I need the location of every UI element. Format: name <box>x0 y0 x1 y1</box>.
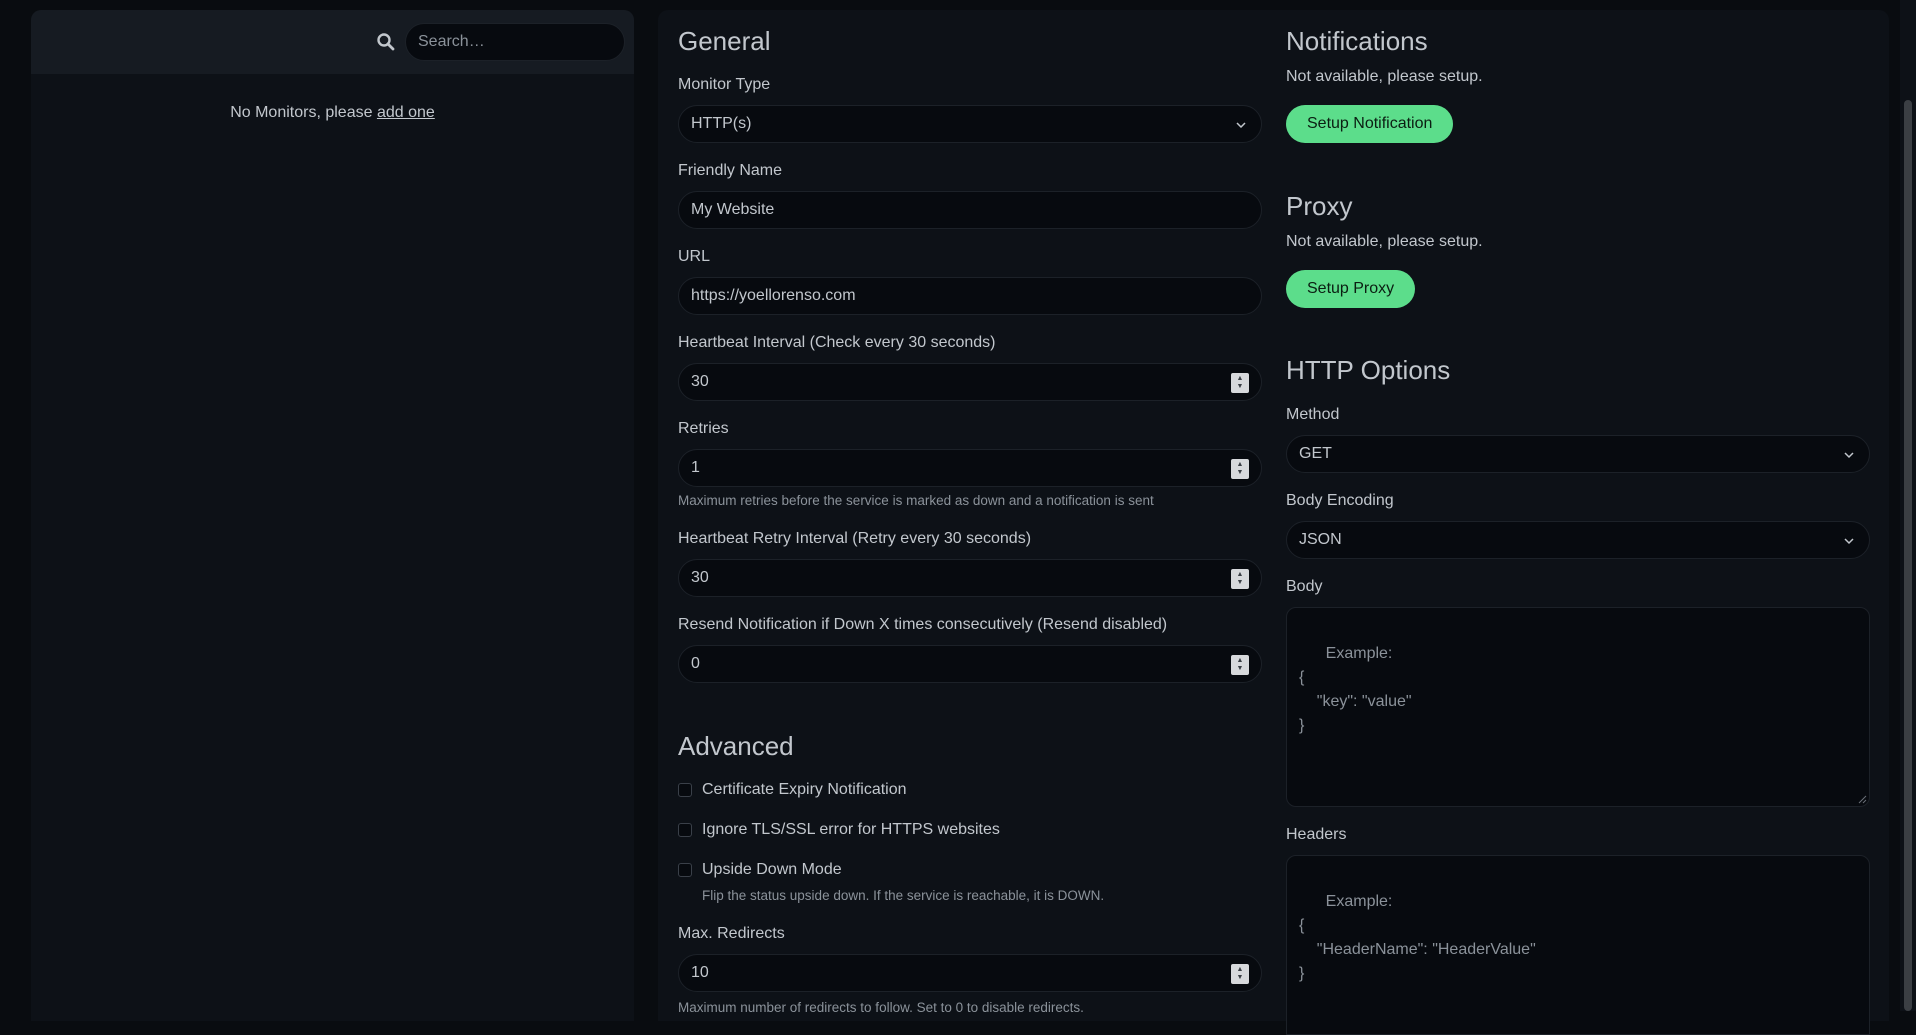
cert-expiry-checkbox[interactable] <box>678 783 692 797</box>
method-value: GET <box>1299 445 1332 462</box>
retries-label: Retries <box>678 420 729 437</box>
notifications-heading: Notifications <box>1286 26 1428 56</box>
friendly-name-input[interactable]: My Website <box>678 191 1262 229</box>
body-encoding-label: Body Encoding <box>1286 492 1394 509</box>
heartbeat-interval-input[interactable]: 30 ▲ ▼ <box>678 363 1262 401</box>
headers-placeholder: Example: { "HeaderName": "HeaderValue" } <box>1299 893 1536 982</box>
resend-value: 0 <box>691 655 700 672</box>
resize-grip-icon[interactable] <box>1857 794 1867 804</box>
url-input[interactable]: https://yoellorenso.com <box>678 277 1262 315</box>
page-scrollbar[interactable] <box>1900 0 1916 1011</box>
retries-input[interactable]: 1 ▲ ▼ <box>678 449 1262 487</box>
add-monitor-link[interactable]: add one <box>377 104 435 121</box>
retries-help-text: Maximum retries before the service is ma… <box>678 493 1154 508</box>
monitor-type-label: Monitor Type <box>678 76 771 93</box>
spinner-icon[interactable]: ▲ ▼ <box>1231 459 1249 479</box>
body-encoding-value: JSON <box>1299 531 1342 548</box>
search-icon <box>377 33 395 51</box>
monitor-type-select[interactable]: HTTP(s) <box>678 105 1262 143</box>
retry-interval-label: Heartbeat Retry Interval (Retry every 30… <box>678 530 1032 547</box>
retries-value: 1 <box>691 459 700 476</box>
heartbeat-interval-label: Heartbeat Interval (Check every 30 secon… <box>678 334 996 351</box>
upside-down-label: Upside Down Mode <box>702 861 842 878</box>
upside-down-help-text: Flip the status upside down. If the serv… <box>702 888 1105 903</box>
body-textarea[interactable]: Example: { "key": "value" } <box>1286 607 1870 807</box>
friendly-name-label: Friendly Name <box>678 162 783 179</box>
body-encoding-select[interactable]: JSON <box>1286 521 1870 559</box>
resend-label: Resend Notification if Down X times cons… <box>678 616 1168 633</box>
upside-down-checkbox[interactable] <box>678 863 692 877</box>
url-label: URL <box>678 248 711 265</box>
chevron-down-icon <box>1236 122 1246 129</box>
advanced-heading: Advanced <box>678 731 794 761</box>
cert-expiry-label: Certificate Expiry Notification <box>702 781 907 798</box>
notifications-status: Not available, please setup. <box>1286 68 1483 85</box>
http-options-heading: HTTP Options <box>1286 355 1451 385</box>
retry-interval-input[interactable]: 30 ▲ ▼ <box>678 559 1262 597</box>
spinner-icon[interactable]: ▲ ▼ <box>1231 373 1249 393</box>
ignore-tls-option: Ignore TLS/SSL error for HTTPS websites <box>678 821 1000 839</box>
setup-proxy-button[interactable]: Setup Proxy <box>1286 270 1416 308</box>
spinner-icon[interactable]: ▲ ▼ <box>1231 569 1249 589</box>
spinner-icon[interactable]: ▲ ▼ <box>1231 655 1249 675</box>
headers-textarea[interactable]: Example: { "HeaderName": "HeaderValue" } <box>1286 855 1870 1035</box>
max-redirects-input[interactable]: 10 ▲ ▼ <box>678 954 1262 992</box>
ignore-tls-checkbox[interactable] <box>678 823 692 837</box>
url-value: https://yoellorenso.com <box>691 287 856 304</box>
method-label: Method <box>1286 406 1340 423</box>
sidebar-header <box>31 10 634 74</box>
proxy-status: Not available, please setup. <box>1286 233 1483 250</box>
method-select[interactable]: GET <box>1286 435 1870 473</box>
retry-interval-value: 30 <box>691 569 709 586</box>
cert-expiry-option: Certificate Expiry Notification <box>678 781 907 799</box>
proxy-heading: Proxy <box>1286 191 1353 221</box>
chevron-down-icon <box>1844 452 1854 459</box>
spinner-icon[interactable]: ▲ ▼ <box>1231 964 1249 984</box>
edit-monitor-panel: General Monitor Type HTTP(s) Friendly Na… <box>658 10 1889 1035</box>
setup-notification-button[interactable]: Setup Notification <box>1286 105 1454 143</box>
headers-label: Headers <box>1286 826 1347 843</box>
body-placeholder: Example: { "key": "value" } <box>1299 645 1412 734</box>
upside-down-option: Upside Down Mode <box>678 861 842 879</box>
max-redirects-label: Max. Redirects <box>678 925 785 942</box>
heartbeat-interval-value: 30 <box>691 373 709 390</box>
monitor-list-sidebar: No Monitors, please add one <box>31 10 634 1021</box>
resend-input[interactable]: 0 ▲ ▼ <box>678 645 1262 683</box>
max-redirects-value: 10 <box>691 964 709 981</box>
monitor-type-value: HTTP(s) <box>691 115 752 132</box>
ignore-tls-label: Ignore TLS/SSL error for HTTPS websites <box>702 821 1000 838</box>
max-redirects-help-text: Maximum number of redirects to follow. S… <box>678 1000 1084 1015</box>
scrollbar-thumb[interactable] <box>1904 100 1912 1011</box>
search-input[interactable] <box>405 23 625 61</box>
friendly-name-value: My Website <box>691 201 775 218</box>
empty-monitors-text: No Monitors, please <box>230 104 377 121</box>
chevron-down-icon <box>1844 538 1854 545</box>
body-label: Body <box>1286 578 1323 595</box>
general-heading: General <box>678 26 771 56</box>
empty-monitors-message: No Monitors, please add one <box>31 104 634 122</box>
